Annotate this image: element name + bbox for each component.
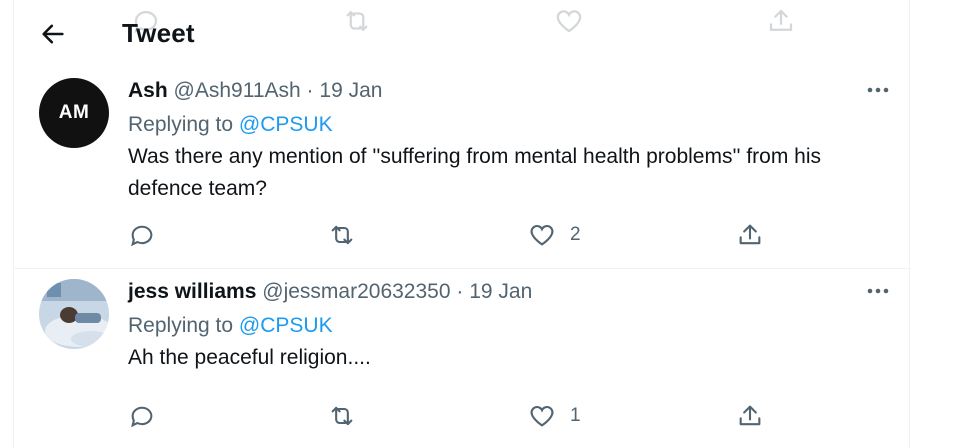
- avatar[interactable]: [39, 279, 109, 349]
- tweet-actions: 1: [128, 401, 778, 431]
- avatar-photo: [39, 279, 109, 349]
- back-arrow-icon[interactable]: [39, 20, 67, 48]
- tweet-text: Was there any mention of ''suffering fro…: [128, 145, 822, 200]
- tweet-content: jess williams @jessmar20632350 · 19 Jan …: [128, 279, 891, 374]
- tweet-text: Ah the peaceful religion....: [128, 346, 371, 369]
- tweet[interactable]: AM Ash @Ash911Ash · 19 Jan Replying to @…: [14, 68, 911, 269]
- like-button[interactable]: 2: [528, 220, 581, 250]
- reply-button[interactable]: [128, 401, 156, 431]
- page-header: Tweet: [14, 0, 911, 68]
- like-count: 2: [570, 224, 581, 245]
- replying-prefix: Replying to: [128, 314, 234, 337]
- replying-to-handle[interactable]: @CPSUK: [239, 113, 333, 136]
- replying-to-handle[interactable]: @CPSUK: [239, 314, 333, 337]
- replying-to-line: Replying to @CPSUK: [128, 313, 891, 339]
- timeline-column: Tweet AM Ash @Ash911Ash · 19 Jan Replyin…: [13, 0, 911, 448]
- replying-prefix: Replying to: [128, 113, 234, 136]
- like-icon: [530, 405, 554, 427]
- page-title: Tweet: [122, 18, 195, 48]
- share-icon: [739, 405, 761, 426]
- like-count: 1: [570, 405, 581, 426]
- replying-to-line: Replying to @CPSUK: [128, 112, 891, 138]
- tweet-actions: 2: [128, 220, 778, 250]
- meta-separator: ·: [456, 280, 464, 303]
- avatar-initials: AM: [58, 102, 90, 123]
- share-icon: [739, 224, 761, 245]
- meta-separator: ·: [306, 79, 314, 102]
- like-button[interactable]: 1: [528, 401, 581, 431]
- retweet-icon: [331, 406, 353, 426]
- tweet-meta: jess williams @jessmar20632350 · 19 Jan: [128, 279, 891, 305]
- reply-button[interactable]: [128, 220, 156, 250]
- share-button[interactable]: [736, 220, 764, 250]
- avatar[interactable]: AM: [39, 78, 109, 148]
- more-icon[interactable]: [865, 281, 891, 301]
- reply-icon: [131, 406, 153, 428]
- tweet-date[interactable]: 19 Jan: [319, 79, 382, 102]
- author-handle[interactable]: @jessmar20632350: [262, 280, 450, 303]
- tweet[interactable]: jess williams @jessmar20632350 · 19 Jan …: [14, 269, 911, 448]
- reply-icon: [131, 225, 153, 247]
- tweet-date[interactable]: 19 Jan: [469, 280, 532, 303]
- author-handle[interactable]: @Ash911Ash: [174, 79, 301, 102]
- author-name[interactable]: jess williams: [128, 280, 256, 303]
- share-button[interactable]: [736, 401, 764, 431]
- retweet-button[interactable]: [328, 220, 356, 250]
- retweet-icon: [331, 225, 353, 245]
- more-icon[interactable]: [865, 80, 891, 100]
- retweet-button[interactable]: [328, 401, 356, 431]
- tweet-content: Ash @Ash911Ash · 19 Jan Replying to @CPS…: [128, 78, 891, 205]
- like-icon: [530, 224, 554, 246]
- tweet-meta: Ash @Ash911Ash · 19 Jan: [128, 78, 891, 104]
- author-name[interactable]: Ash: [128, 79, 168, 102]
